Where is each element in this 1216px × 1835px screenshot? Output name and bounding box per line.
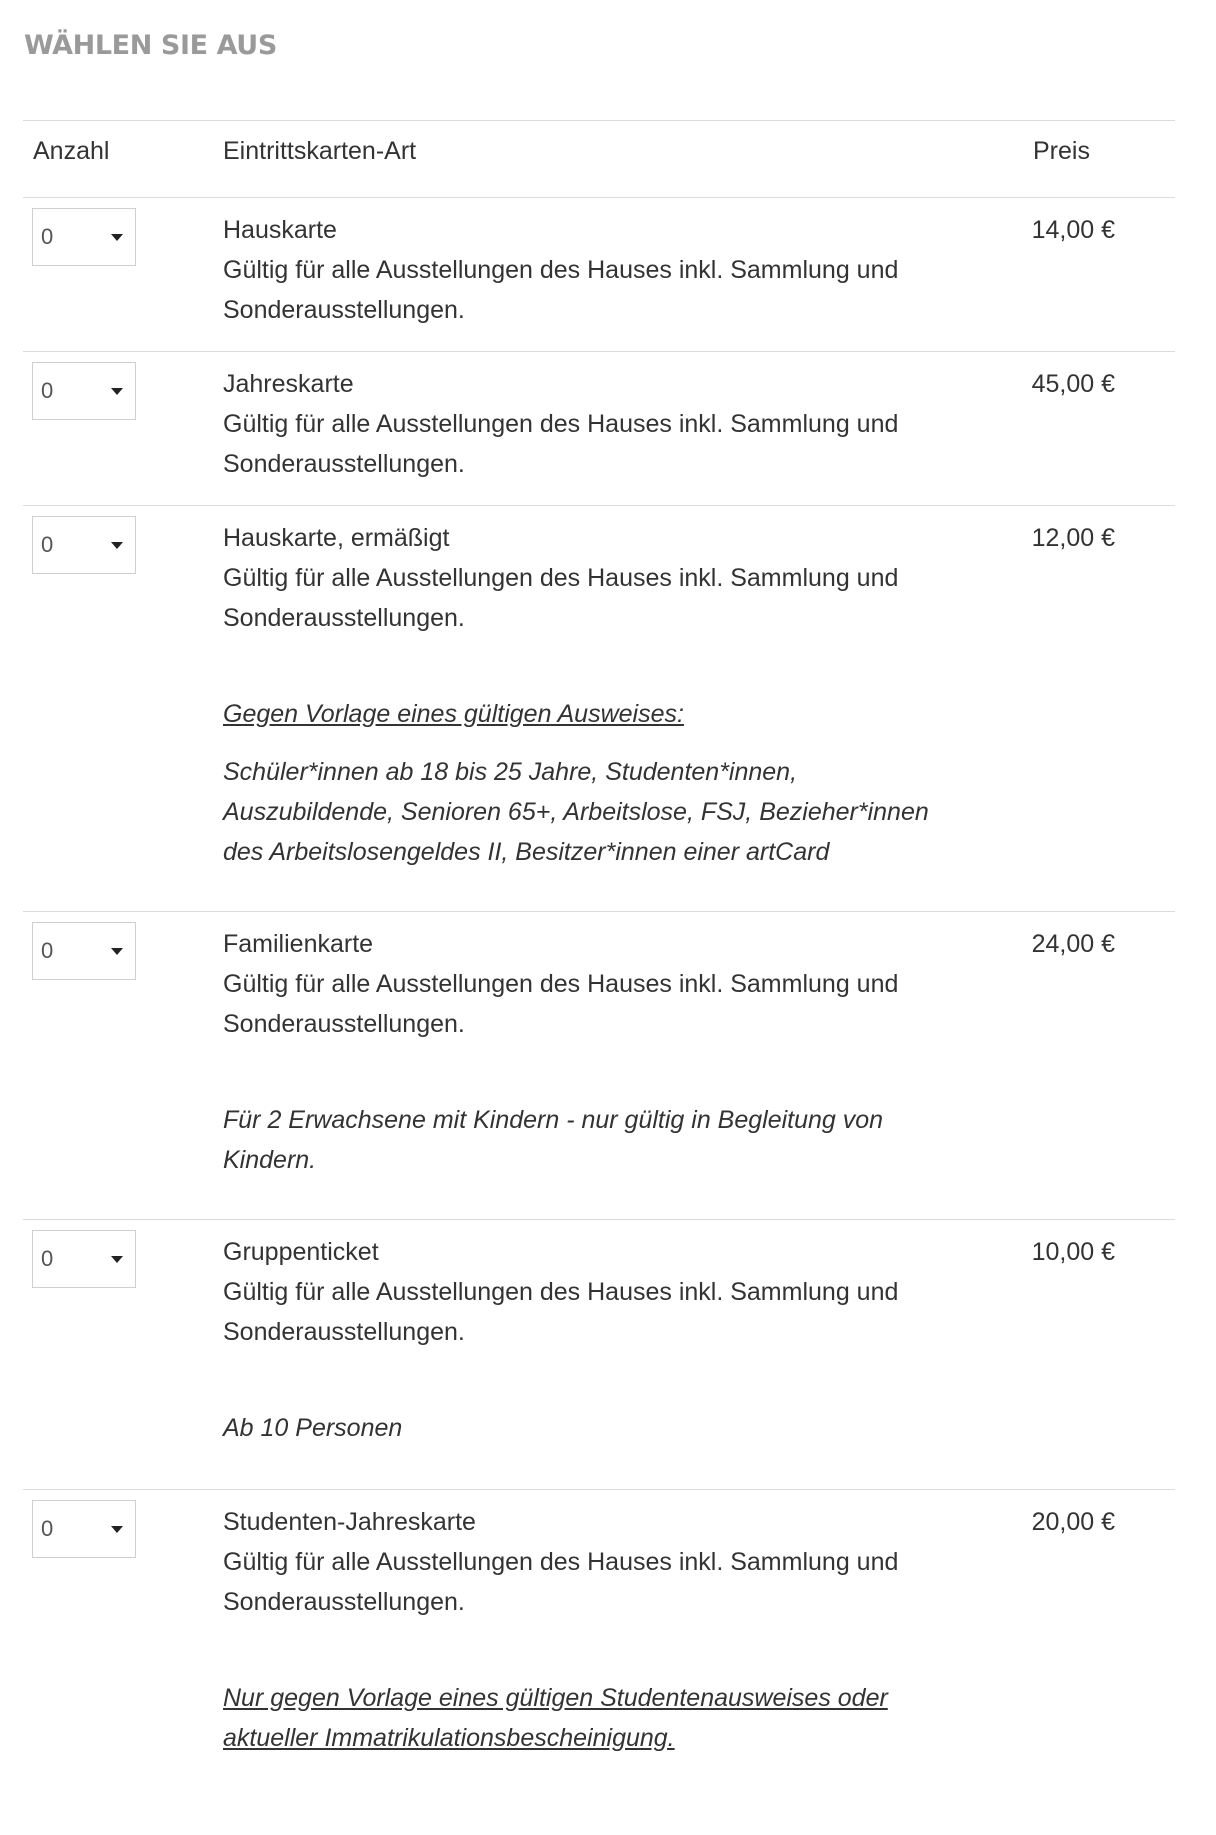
- ticket-price: 12,00 €: [1031, 524, 1115, 552]
- ticket-note-heading: Gegen Vorlage eines gültigen Ausweises:: [223, 700, 684, 728]
- header-price: Preis: [1033, 137, 1090, 165]
- ticket-price: 14,00 €: [1031, 216, 1115, 244]
- ticket-description: Gültig für alle Ausstellungen des Hauses…: [223, 564, 899, 632]
- table-row: 0 Familienkarte Gültig für alle Ausstell…: [23, 912, 1175, 1220]
- ticket-note-link[interactable]: Nur gegen Vorlage eines gültigen Student…: [223, 1678, 963, 1758]
- ticket-description-cell: Hauskarte Gültig für alle Ausstellungen …: [223, 210, 963, 330]
- ticket-description-cell: Studenten-Jahreskarte Gültig für alle Au…: [223, 1502, 963, 1758]
- ticket-description: Gültig für alle Ausstellungen des Hauses…: [223, 410, 899, 478]
- quantity-value: 0: [41, 938, 54, 963]
- ticket-description: Gültig für alle Ausstellungen des Hauses…: [223, 1278, 899, 1346]
- ticket-selection-page: WÄHLEN SIE AUS Anzahl Eintrittskarten-Ar…: [0, 0, 1216, 1835]
- ticket-table: Anzahl Eintrittskarten-Art Preis 0 Hausk…: [23, 120, 1175, 1780]
- caret-down-icon: [111, 948, 123, 955]
- ticket-name: Gruppenticket: [223, 1238, 379, 1266]
- header-ticket-type: Eintrittskarten-Art: [223, 137, 417, 165]
- caret-down-icon: [111, 234, 123, 241]
- ticket-description-cell: Jahreskarte Gültig für alle Ausstellunge…: [223, 364, 963, 484]
- ticket-name: Familienkarte: [223, 930, 374, 958]
- quantity-select[interactable]: 0: [32, 922, 136, 980]
- table-row: 0 Gruppenticket Gültig für alle Ausstell…: [23, 1220, 1175, 1490]
- quantity-value: 0: [41, 378, 54, 403]
- ticket-note: Für 2 Erwachsene mit Kindern - nur gülti…: [223, 1106, 884, 1174]
- ticket-description: Gültig für alle Ausstellungen des Hauses…: [223, 970, 899, 1038]
- ticket-name: Studenten-Jahreskarte: [223, 1508, 476, 1536]
- table-row: 0 Studenten-Jahreskarte Gültig für alle …: [23, 1490, 1175, 1780]
- quantity-select[interactable]: 0: [32, 1230, 136, 1288]
- ticket-price: 20,00 €: [1031, 1508, 1115, 1536]
- ticket-note: Ab 10 Personen: [223, 1414, 403, 1442]
- ticket-name: Hauskarte, ermäßigt: [223, 524, 450, 552]
- ticket-name: Jahreskarte: [223, 370, 354, 398]
- ticket-description: Gültig für alle Ausstellungen des Hauses…: [223, 256, 899, 324]
- table-header: Anzahl Eintrittskarten-Art Preis: [23, 121, 1175, 198]
- table-row: 0 Hauskarte Gültig für alle Ausstellunge…: [23, 198, 1175, 352]
- caret-down-icon: [111, 542, 123, 549]
- quantity-select[interactable]: 0: [32, 362, 136, 420]
- ticket-note: Schüler*innen ab 18 bis 25 Jahre, Studen…: [223, 758, 929, 866]
- table-row: 0 Hauskarte, ermäßigt Gültig für alle Au…: [23, 506, 1175, 912]
- quantity-value: 0: [41, 532, 54, 557]
- caret-down-icon: [111, 388, 123, 395]
- section-title: WÄHLEN SIE AUS: [24, 30, 277, 61]
- quantity-value: 0: [41, 224, 54, 249]
- ticket-description-cell: Hauskarte, ermäßigt Gültig für alle Auss…: [223, 518, 963, 872]
- quantity-value: 0: [41, 1246, 54, 1271]
- ticket-name: Hauskarte: [223, 216, 337, 244]
- ticket-description-cell: Gruppenticket Gültig für alle Ausstellun…: [223, 1232, 963, 1448]
- ticket-description-cell: Familienkarte Gültig für alle Ausstellun…: [223, 924, 963, 1180]
- caret-down-icon: [111, 1526, 123, 1533]
- quantity-select[interactable]: 0: [32, 208, 136, 266]
- ticket-price: 10,00 €: [1031, 1238, 1115, 1266]
- ticket-description: Gültig für alle Ausstellungen des Hauses…: [223, 1548, 899, 1616]
- quantity-select[interactable]: 0: [32, 1500, 136, 1558]
- ticket-price: 24,00 €: [1031, 930, 1115, 958]
- table-row: 0 Jahreskarte Gültig für alle Ausstellun…: [23, 352, 1175, 506]
- quantity-select[interactable]: 0: [32, 516, 136, 574]
- header-quantity: Anzahl: [33, 137, 110, 165]
- ticket-price: 45,00 €: [1031, 370, 1115, 398]
- quantity-value: 0: [41, 1516, 54, 1541]
- caret-down-icon: [111, 1256, 123, 1263]
